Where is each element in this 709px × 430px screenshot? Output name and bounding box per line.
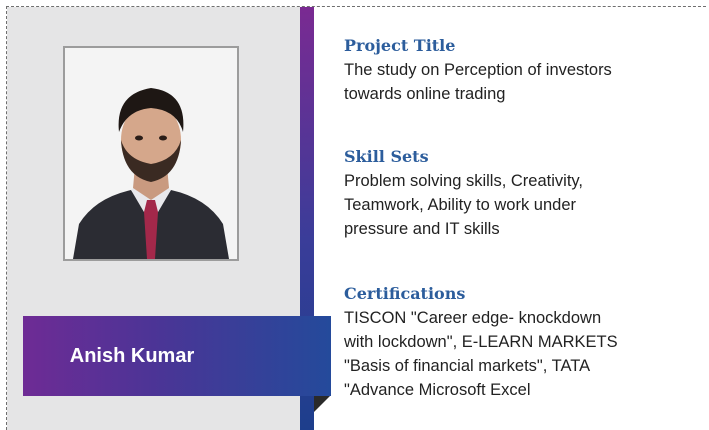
ribbon-fold — [314, 396, 330, 412]
person-portrait-icon — [65, 48, 237, 259]
project-section: Project Title The study on Perception of… — [344, 36, 704, 106]
certifications-text: TISCON "Career edge- knockdown with lock… — [344, 306, 704, 402]
skills-line: Teamwork, Ability to work under — [344, 196, 577, 214]
profile-card: Anish Kumar Project Title The study on P… — [0, 0, 709, 430]
profile-photo — [63, 46, 239, 261]
skills-line: Problem solving skills, Creativity, — [344, 172, 584, 190]
project-line: towards online trading — [344, 85, 506, 103]
skill-sets-heading: Skill Sets — [344, 147, 429, 166]
person-name: Anish Kumar — [69, 345, 195, 367]
project-title-text: The study on Perception of investors tow… — [344, 58, 704, 106]
certifications-heading: Certifications — [344, 284, 466, 303]
project-line: The study on Perception of investors — [344, 61, 612, 79]
name-ribbon: Anish Kumar — [23, 316, 331, 396]
certification-line: TISCON "Career edge- knockdown — [344, 309, 602, 327]
skills-line: pressure and IT skills — [344, 220, 500, 238]
certification-line: "Basis of financial markets", TATA — [344, 357, 591, 375]
skill-sets-text: Problem solving skills, Creativity, Team… — [344, 169, 704, 241]
skills-section: Skill Sets Problem solving skills, Creat… — [344, 147, 704, 241]
project-title-heading: Project Title — [344, 36, 456, 55]
certification-line: "Advance Microsoft Excel — [344, 381, 531, 399]
certification-line: with lockdown", E-LEARN MARKETS — [344, 333, 618, 351]
certifications-section: Certifications TISCON "Career edge- knoc… — [344, 284, 704, 402]
